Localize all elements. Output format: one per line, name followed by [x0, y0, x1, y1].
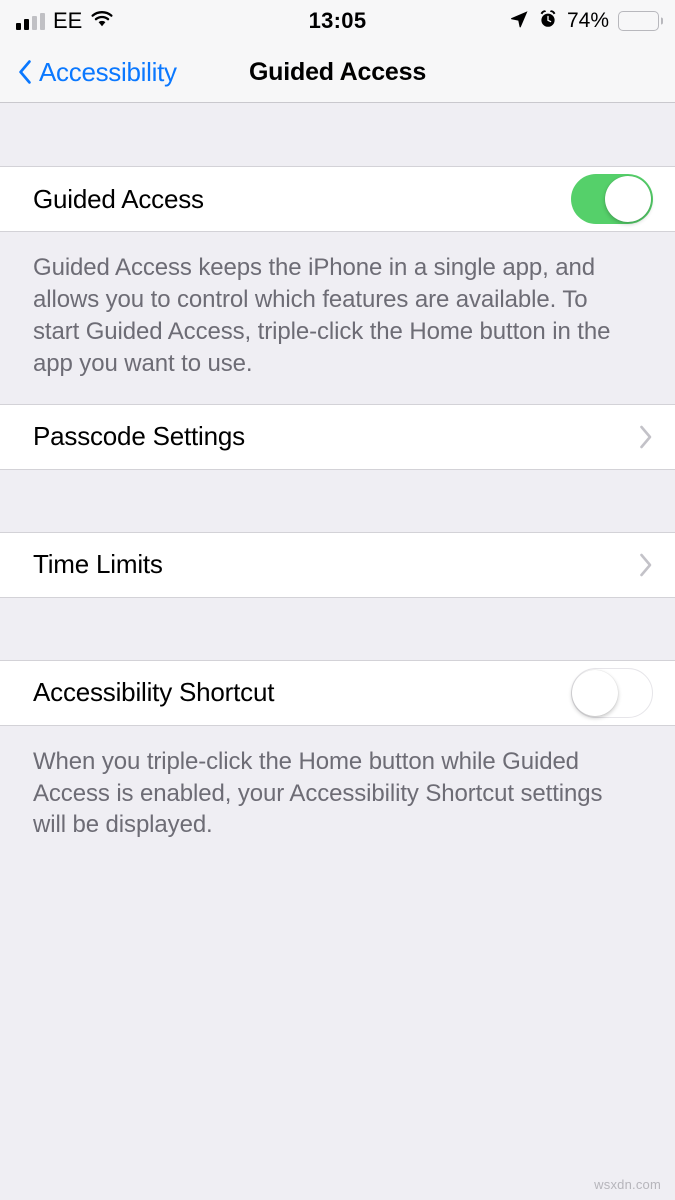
row-guided-access-accessory — [571, 174, 653, 224]
battery-percentage: 74% — [566, 9, 609, 32]
chevron-right-icon — [639, 553, 653, 577]
row-accessibility-shortcut[interactable]: Accessibility Shortcut — [0, 659, 675, 726]
cellular-signal-icon — [16, 12, 45, 30]
watermark: wsxdn.com — [594, 1177, 661, 1192]
accessibility-shortcut-toggle[interactable] — [571, 667, 653, 718]
row-time-limits-label: Time Limits — [33, 549, 163, 580]
row-passcode-settings-accessory — [639, 425, 653, 449]
chevron-right-icon — [639, 425, 653, 449]
status-bar-right: 74% — [509, 9, 663, 34]
status-bar-left: EE — [16, 10, 114, 33]
alarm-clock-icon — [538, 9, 558, 34]
navigation-bar: Accessibility Guided Access — [0, 42, 675, 103]
carrier-name: EE — [53, 8, 83, 33]
accessibility-shortcut-footer-text: When you triple-click the Home button wh… — [0, 725, 675, 866]
section-gap-top — [0, 103, 675, 166]
status-bar: EE 13:05 74% — [0, 0, 675, 42]
guided-access-toggle[interactable] — [571, 174, 653, 224]
back-button-label: Accessibility — [39, 56, 177, 87]
toggle-knob — [572, 669, 618, 716]
row-accessibility-shortcut-accessory — [571, 667, 653, 718]
row-passcode-settings[interactable]: Passcode Settings — [0, 403, 675, 470]
empty-area — [0, 865, 675, 1200]
back-button[interactable]: Accessibility — [18, 57, 177, 88]
settings-screen: EE 13:05 74% Accessibility Guided Access… — [0, 0, 675, 1200]
section-gap-1 — [0, 469, 675, 532]
row-passcode-settings-label: Passcode Settings — [33, 421, 245, 452]
location-arrow-icon — [509, 9, 529, 34]
chevron-left-icon — [18, 60, 32, 84]
wifi-icon — [90, 10, 114, 33]
row-time-limits-accessory — [639, 553, 653, 577]
row-guided-access[interactable]: Guided Access — [0, 166, 675, 232]
row-accessibility-shortcut-label: Accessibility Shortcut — [33, 677, 275, 708]
toggle-knob — [605, 176, 651, 222]
guided-access-footer-text: Guided Access keeps the iPhone in a sing… — [0, 232, 675, 404]
row-time-limits[interactable]: Time Limits — [0, 531, 675, 598]
section-gap-2 — [0, 597, 675, 660]
battery-icon — [618, 11, 663, 31]
row-guided-access-label: Guided Access — [33, 183, 204, 214]
